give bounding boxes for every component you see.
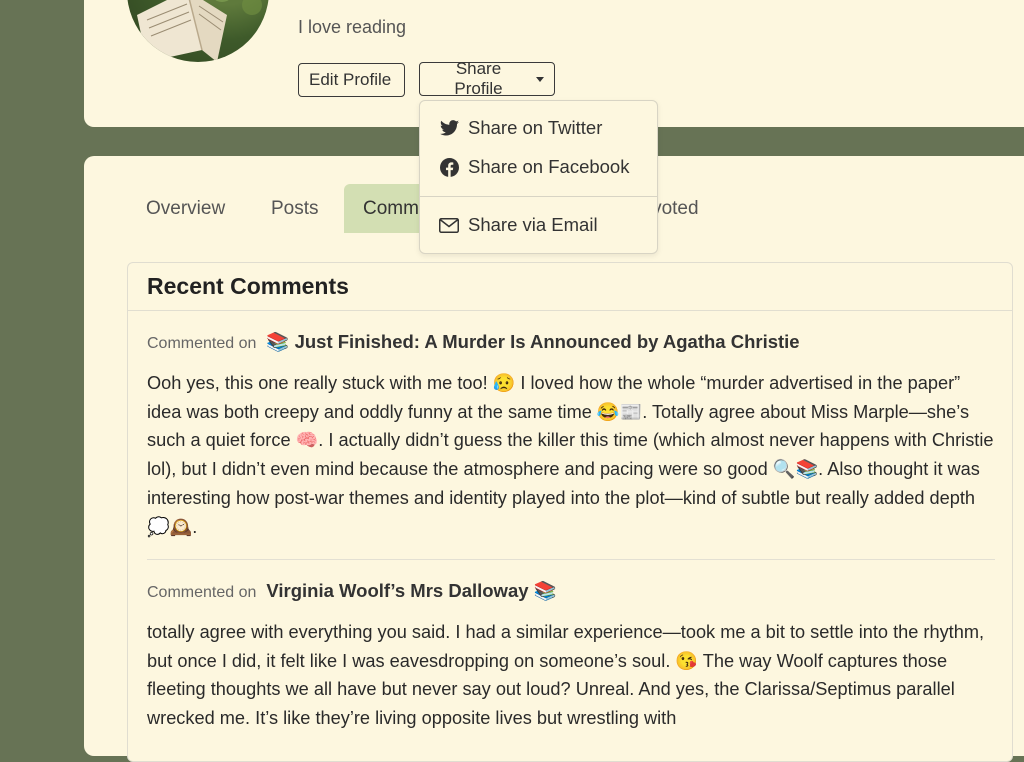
comment-post-link[interactable]: Virginia Woolf’s Mrs Dalloway 📚: [266, 580, 556, 602]
edit-profile-label: Edit Profile: [309, 70, 392, 89]
comment-text: totally agree with everything you said. …: [147, 622, 985, 729]
twitter-icon: [439, 118, 459, 138]
share-dropdown-menu: Share on Twitter Share on Facebook Share…: [419, 100, 658, 254]
tab-overview[interactable]: Overview: [127, 184, 244, 233]
comment-prefix: Commented on: [147, 584, 257, 601]
share-facebook-item[interactable]: Share on Facebook: [420, 148, 657, 186]
profile-bio: I love reading: [298, 17, 407, 37]
comment-item: Commented on 📚 Just Finished: A Murder I…: [147, 331, 995, 541]
share-twitter-label: Share on Twitter: [468, 117, 603, 138]
facebook-icon: [439, 157, 459, 177]
share-twitter-item[interactable]: Share on Twitter: [420, 109, 657, 147]
share-email-label: Share via Email: [468, 214, 598, 235]
share-profile-button[interactable]: Share Profile: [419, 59, 555, 98]
menu-divider: [420, 196, 657, 197]
comment-text: Ooh yes, this one really stuck with me t…: [147, 373, 994, 537]
comment-divider: [147, 559, 995, 560]
recent-comments-panel: Recent Comments Commented on 📚 Just Fini…: [127, 262, 1013, 762]
comment-prefix: Commented on: [147, 335, 257, 352]
share-email-item[interactable]: Share via Email: [420, 206, 657, 244]
comment-post-link[interactable]: 📚 Just Finished: A Murder Is Announced b…: [266, 331, 799, 353]
share-profile-label: Share Profile: [454, 59, 503, 98]
edit-profile-button[interactable]: Edit Profile: [298, 63, 405, 97]
tab-posts[interactable]: Posts: [252, 184, 338, 233]
comment-item: Commented on Virginia Woolf’s Mrs Dallow…: [147, 580, 995, 733]
share-facebook-label: Share on Facebook: [468, 156, 630, 177]
envelope-icon: [439, 215, 459, 235]
chevron-down-icon: [536, 76, 544, 82]
avatar: [127, 0, 269, 62]
panel-title: Recent Comments: [128, 263, 1012, 311]
